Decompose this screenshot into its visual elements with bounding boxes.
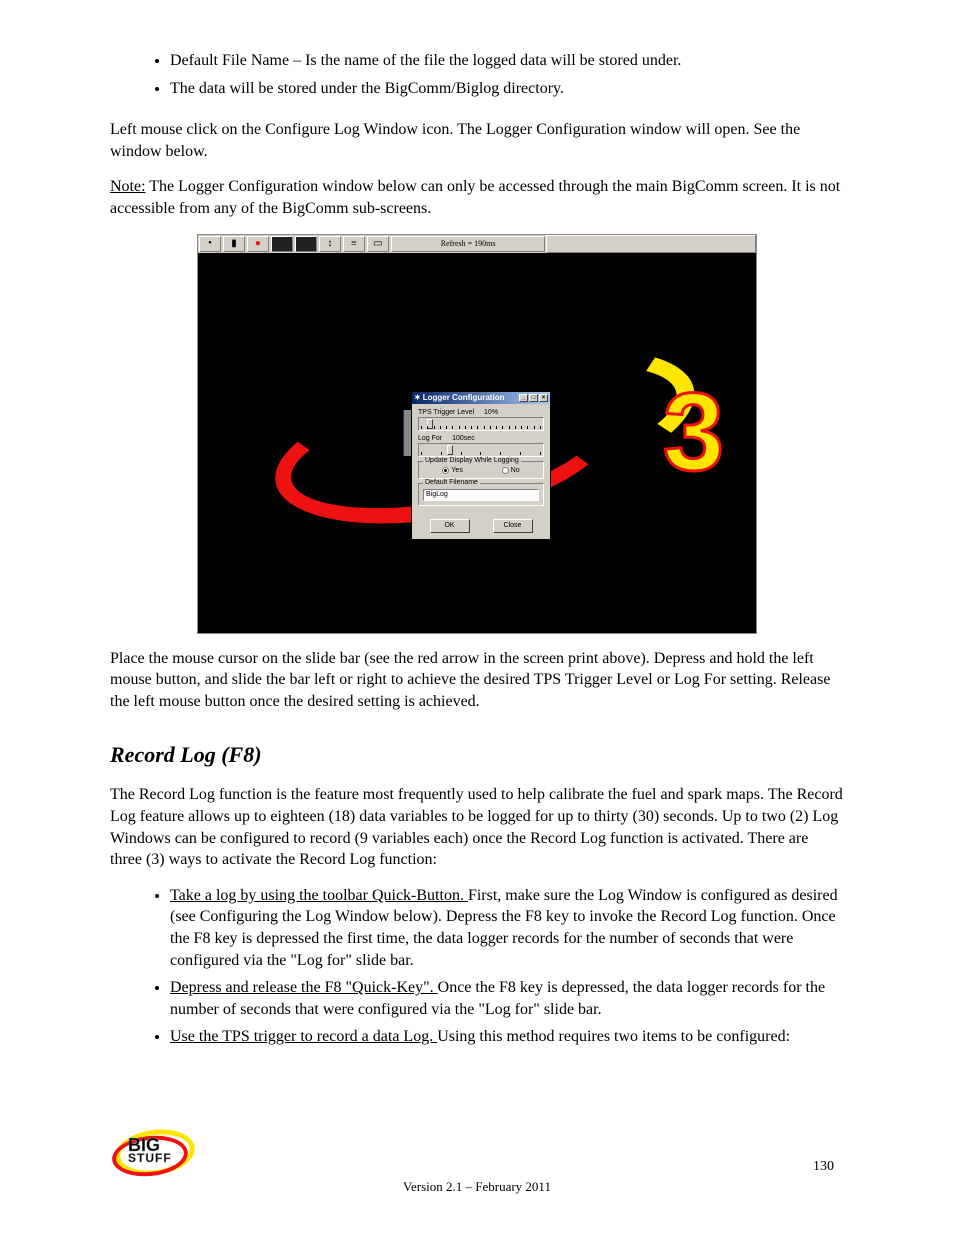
toolbar-button[interactable]: ↕ [319, 236, 341, 252]
section-heading: Record Log (F8) [110, 742, 844, 768]
toolbar-button[interactable]: • [199, 236, 221, 252]
dialog-icon: ✶ [414, 393, 421, 402]
maximize-icon[interactable]: □ [529, 394, 538, 402]
close-button[interactable]: Close [493, 519, 533, 533]
list-item: The data will be stored under the BigCom… [170, 78, 844, 100]
record-icon[interactable]: ● [247, 236, 269, 252]
logfor-slider[interactable] [418, 443, 544, 457]
record-bullet-list: Take a log by using the toolbar Quick-Bu… [170, 885, 844, 1048]
dialog-title-text: Logger Configuration [423, 393, 505, 402]
refresh-indicator: Refresh = 190ms [391, 236, 546, 252]
note-label: Note: [110, 178, 146, 195]
minimize-icon[interactable]: _ [519, 394, 528, 402]
toolbar-button[interactable] [271, 236, 293, 252]
toolbar-button[interactable] [295, 236, 317, 252]
toolbar: • ▮ ● ↕ ≡ ▭ Refresh = 190ms [198, 235, 756, 253]
dialog-titlebar: ✶ Logger Configuration _ □ × [412, 392, 550, 404]
list-item: Default File Name – Is the name of the f… [170, 50, 844, 72]
toolbar-spacer [546, 235, 756, 253]
list-item: Use the TPS trigger to record a data Log… [170, 1026, 844, 1048]
tps-trigger-label: TPS Trigger Level 10% [418, 409, 544, 416]
page-number: 130 [813, 1159, 834, 1175]
app-screenshot: • ▮ ● ↕ ≡ ▭ Refresh = 190ms BIG STUFF 3 … [197, 234, 757, 634]
update-display-group: Update Display While Logging Yes No [418, 461, 544, 479]
record-log-paragraph: The Record Log function is the feature m… [110, 784, 844, 870]
default-filename-group: Default Filename BigLog [418, 483, 544, 506]
top-bullet-list: Default File Name – Is the name of the f… [170, 50, 844, 99]
toolbar-button[interactable]: ▭ [367, 236, 389, 252]
list-item: Take a log by using the toolbar Quick-Bu… [170, 885, 844, 971]
main-viewport: BIG STUFF 3 ✶ Logger Configuration _ □ × [198, 253, 756, 633]
logger-configuration-dialog: ✶ Logger Configuration _ □ × TPS Trigger… [411, 391, 551, 540]
ok-button[interactable]: OK [430, 519, 470, 533]
list-item: Depress and release the F8 "Quick-Key". … [170, 977, 844, 1020]
instructions-paragraph: Place the mouse cursor on the slide bar … [110, 648, 844, 713]
radio-yes[interactable]: Yes [442, 467, 462, 474]
filename-input[interactable]: BigLog [423, 489, 539, 501]
logfor-label: Log For 100sec [418, 435, 544, 442]
version-line: Version 2.1 – February 2011 [0, 1179, 954, 1195]
intro-paragraph: Left mouse click on the Configure Log Wi… [110, 119, 844, 162]
toolbar-button[interactable]: ▮ [223, 236, 245, 252]
footer-logo: BIGSTUFF [110, 1130, 200, 1185]
toolbar-button[interactable]: ≡ [343, 236, 365, 252]
close-icon[interactable]: × [539, 394, 548, 402]
note-body: The Logger Configuration window below ca… [110, 178, 840, 217]
tps-trigger-slider[interactable] [418, 417, 544, 431]
radio-no[interactable]: No [502, 467, 520, 474]
note-paragraph: Note: The Logger Configuration window be… [110, 176, 844, 219]
